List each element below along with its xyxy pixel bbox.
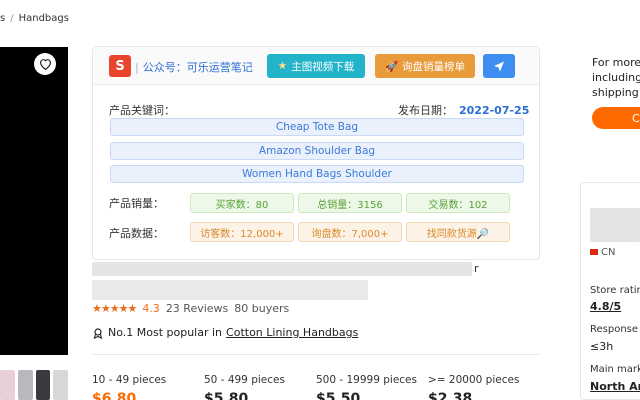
price-tier-price: $5.80 — [204, 391, 249, 400]
contact-supplier-button[interactable]: C — [592, 107, 640, 129]
paper-plane-icon — [494, 61, 504, 72]
product-title-tail: r — [474, 262, 479, 275]
rocket-icon: 🚀 — [384, 60, 399, 73]
price-tier-price: $5.50 — [316, 391, 361, 400]
price-tier-price: $2.38 — [428, 391, 473, 400]
thumbnail[interactable] — [53, 370, 68, 400]
price-tier-quantity: 500 - 19999 pieces — [316, 374, 417, 386]
video-download-button[interactable]: ★ 主图视频下载 — [267, 54, 365, 78]
keyword-chip[interactable]: Cheap Tote Bag — [110, 118, 524, 136]
transactions-badge: 交易数：102 — [406, 193, 510, 213]
response-time-value: ≤3h — [590, 340, 614, 353]
product-title-blurred — [92, 262, 472, 276]
inquiry-rank-button[interactable]: 🚀 询盘销量榜单 — [375, 54, 475, 78]
account-text: 公众号：可乐运营笔记 — [142, 61, 253, 74]
heart-outline-icon — [39, 59, 51, 70]
inquiries-badge: 询盘数：7,000+ — [298, 222, 402, 242]
shipping-info-text: including — [592, 71, 640, 84]
star-rating-icon: ★★★★★ — [92, 302, 137, 315]
price-tier-quantity: >= 20000 pieces — [428, 374, 520, 386]
visitors-badge: 访客数：12,000+ — [190, 222, 294, 242]
supplier-name-blurred — [590, 208, 640, 242]
rating-row: ★★★★★ 4.3 23 Reviews 80 buyers — [92, 302, 289, 315]
keyword-chip[interactable]: Women Hand Bags Shoulder — [110, 165, 524, 183]
thumbnail[interactable] — [35, 370, 51, 400]
send-button[interactable] — [483, 54, 515, 78]
response-time-label: Response ti — [590, 324, 640, 335]
china-flag-icon — [590, 249, 598, 255]
popular-category-link[interactable]: Cotton Lining Handbags — [226, 326, 358, 339]
reviews-link[interactable]: 23 Reviews — [166, 302, 228, 315]
thumbnail[interactable] — [0, 370, 15, 400]
product-title-blurred — [92, 280, 368, 300]
shipping-info-text: shipping: — [592, 86, 640, 99]
breadcrumb-item-handbags[interactable]: Handbags — [19, 13, 69, 24]
popular-prefix: No.1 Most popular in — [108, 326, 223, 339]
buyers-count: 80 buyers — [234, 302, 290, 315]
seller-plugin-panel: S | 公众号：可乐运营笔记 ★ 主图视频下载 🚀 询盘销量榜单 产品关键词： 发… — [92, 46, 540, 260]
breadcrumb: s / Handbags — [0, 13, 69, 24]
find-similar-button[interactable]: 找同款货源🔎 — [406, 222, 510, 242]
publish-date-label: 发布日期： 2022-07-25 — [398, 104, 530, 117]
sales-label: 产品销量： — [109, 197, 164, 210]
thumbnail[interactable] — [17, 370, 33, 400]
shipping-info-text: For more — [592, 56, 640, 69]
main-markets-label: Main marke — [590, 364, 640, 375]
star-icon: ★ — [277, 60, 288, 72]
breadcrumb-separator: / — [10, 13, 14, 24]
product-media-viewer[interactable] — [0, 47, 68, 355]
keyword-chip[interactable]: Amazon Shoulder Bag — [110, 142, 524, 160]
plugin-header: S | 公众号：可乐运营笔记 ★ 主图视频下载 🚀 询盘销量榜单 — [93, 47, 539, 85]
breadcrumb-item-prev[interactable]: s — [0, 13, 5, 24]
main-markets-value[interactable]: North Am — [590, 380, 640, 393]
store-rating-value[interactable]: 4.8/5 — [590, 300, 621, 313]
video-download-label: 主图视频下载 — [291, 60, 355, 73]
data-label: 产品数据： — [109, 227, 164, 240]
account-label: | 公众号：可乐运营笔记 — [135, 61, 253, 74]
supplier-country: CN — [590, 247, 615, 258]
keywords-label: 产品关键词： — [109, 104, 175, 117]
price-tier-quantity: 50 - 499 pieces — [204, 374, 285, 386]
award-icon — [93, 327, 103, 339]
contact-supplier-label: C — [632, 111, 640, 125]
price-tier-quantity: 10 - 49 pieces — [92, 374, 167, 386]
favorite-button[interactable] — [34, 53, 56, 75]
thumbnail-strip[interactable] — [0, 370, 68, 400]
buyers-count-badge: 买家数：80 — [190, 193, 294, 213]
publish-date-value: 2022-07-25 — [459, 104, 530, 117]
store-rating-label: Store rating — [590, 285, 640, 296]
divider — [92, 354, 540, 355]
rating-value: 4.3 — [142, 302, 160, 315]
inquiry-rank-label: 询盘销量榜单 — [402, 60, 466, 73]
popularity-badge: No.1 Most popular in Cotton Lining Handb… — [92, 326, 358, 339]
total-sales-badge: 总销量：3156 — [298, 193, 402, 213]
plugin-logo: S — [109, 55, 131, 77]
price-tier-price: $6.80 — [92, 391, 137, 400]
